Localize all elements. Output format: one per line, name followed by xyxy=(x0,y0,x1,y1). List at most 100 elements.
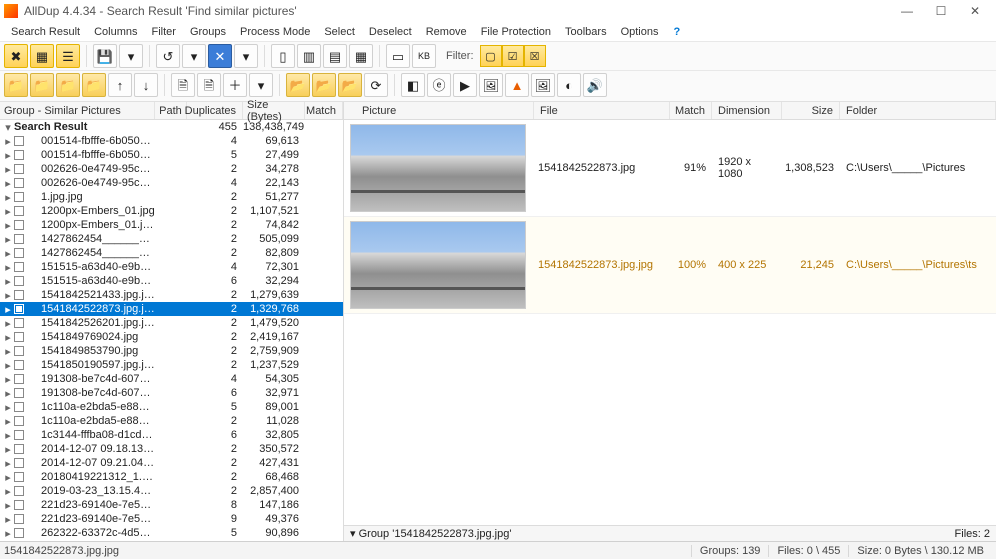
delete-icon[interactable]: ✖ xyxy=(4,44,28,68)
detail-body[interactable]: 1541842522873.jpg91%1920 x 10801,308,523… xyxy=(344,120,996,525)
col-path[interactable]: Path xyxy=(155,102,187,119)
tree-row[interactable]: ▸001514-fbfffe-6b0504-a3320b-e6af2e.png4… xyxy=(0,134,343,148)
col-size[interactable]: Size (Bytes) xyxy=(243,102,305,119)
dcol-picture[interactable]: Picture xyxy=(344,102,534,119)
kb-icon[interactable]: KB xyxy=(412,44,436,68)
tree-row[interactable]: ▸2019-03-23_13.15.42.jpg.jpg22,857,400 xyxy=(0,484,343,498)
layout-2-icon[interactable]: ▥ xyxy=(297,44,321,68)
menu-deselect[interactable]: Deselect xyxy=(362,24,419,40)
maximize-button[interactable]: ☐ xyxy=(924,0,958,22)
caret-down-icon[interactable]: ▾ xyxy=(350,528,356,540)
wmp-icon[interactable]: ◐ xyxy=(557,73,581,97)
filter-seg-3[interactable]: ☒ xyxy=(524,45,546,67)
vlc-icon[interactable]: ▲ xyxy=(505,73,529,97)
browser-icon[interactable]: ⓔ xyxy=(427,73,451,97)
menu-process-mode[interactable]: Process Mode xyxy=(233,24,317,40)
tree-row[interactable]: ▸20180419221312_1.jpg.jpg268,468 xyxy=(0,470,343,484)
tree-row[interactable]: ▸262322-63372c-4d5359-b23a48-ff715b.png5… xyxy=(0,526,343,540)
thumbnail[interactable] xyxy=(350,124,526,212)
tree-row[interactable]: ▸001514-fbfffe-6b0504-a3320b-e6af2e.png.… xyxy=(0,148,343,162)
down-icon[interactable]: ↓ xyxy=(134,73,158,97)
folder-2-icon[interactable]: 📁 xyxy=(30,73,54,97)
folder-o3-icon[interactable]: 📂 xyxy=(338,73,362,97)
tree-row[interactable]: ▸221d23-69140e-7e5920-dc851f-bc8034.png.… xyxy=(0,512,343,526)
checkbox[interactable] xyxy=(14,178,24,188)
checkbox[interactable] xyxy=(14,360,24,370)
checkbox[interactable] xyxy=(14,290,24,300)
menu-select[interactable]: Select xyxy=(317,24,362,40)
sound-icon[interactable]: 🔊 xyxy=(583,73,607,97)
tree-row[interactable]: ▸1200px-Embers_01.jpg21,107,521 xyxy=(0,204,343,218)
checkbox[interactable] xyxy=(14,458,24,468)
doc-dropdown-icon[interactable]: ▾ xyxy=(249,73,273,97)
checkbox[interactable] xyxy=(14,514,24,524)
folder-o2-icon[interactable]: 📂 xyxy=(312,73,336,97)
col-duplicates[interactable]: Duplicates xyxy=(187,102,243,119)
tree-row[interactable]: ▸2014-12-07 09.21.04.jpg.jpg2427,431 xyxy=(0,456,343,470)
folder-3-icon[interactable]: 📁 xyxy=(56,73,80,97)
media-2-icon[interactable]: 🖼 xyxy=(531,73,555,97)
help-icon[interactable]: ? xyxy=(674,26,681,38)
doc-add-icon[interactable]: ＋ xyxy=(223,73,247,97)
checkbox[interactable] xyxy=(14,346,24,356)
image-view-icon[interactable]: ▦ xyxy=(30,44,54,68)
checkbox[interactable] xyxy=(14,304,24,314)
tree-row[interactable]: ▸1c110a-e2bda5-e8884c-9b4915-a5704f.png.… xyxy=(0,414,343,428)
checkbox[interactable] xyxy=(14,500,24,510)
folder-1-icon[interactable]: 📁 xyxy=(4,73,28,97)
col-match[interactable]: Match xyxy=(305,102,343,119)
replace-icon[interactable]: ↺ xyxy=(156,44,180,68)
checkbox[interactable] xyxy=(14,430,24,440)
checkbox[interactable] xyxy=(14,262,24,272)
checkbox[interactable] xyxy=(14,402,24,412)
menu-filter[interactable]: Filter xyxy=(145,24,183,40)
layout-4-icon[interactable]: ▦ xyxy=(349,44,373,68)
checkbox[interactable] xyxy=(14,206,24,216)
checkbox[interactable] xyxy=(14,136,24,146)
save-icon[interactable]: 💾 xyxy=(93,44,117,68)
tree-row[interactable]: ▸1c3144-fffba08-d1cd6a-f42c04-0f1a20.png… xyxy=(0,428,343,442)
list-view-icon[interactable]: ☰ xyxy=(56,44,80,68)
layout-1-icon[interactable]: ▯ xyxy=(271,44,295,68)
folder-o1-icon[interactable]: 📂 xyxy=(286,73,310,97)
tree-row[interactable]: ▸1541849769024.jpg22,419,167 xyxy=(0,330,343,344)
doc-1-icon[interactable]: 🗎 xyxy=(171,73,195,97)
menu-columns[interactable]: Columns xyxy=(87,24,144,40)
checkbox[interactable] xyxy=(14,318,24,328)
checkbox[interactable] xyxy=(14,150,24,160)
checkbox[interactable] xyxy=(14,248,24,258)
tree-row[interactable]: ▸221d23-69140e-7e5920-dc851f-bc8034.png8… xyxy=(0,498,343,512)
filter-seg-1[interactable]: ▢ xyxy=(480,45,502,67)
folder-4-icon[interactable]: 📁 xyxy=(82,73,106,97)
media-1-icon[interactable]: 🖼 xyxy=(479,73,503,97)
minimize-button[interactable]: — xyxy=(890,0,924,22)
menu-search-result[interactable]: Search Result xyxy=(4,24,87,40)
dcol-match[interactable]: Match xyxy=(670,102,712,119)
checkbox[interactable] xyxy=(14,164,24,174)
checkbox[interactable] xyxy=(14,234,24,244)
checkbox[interactable] xyxy=(14,472,24,482)
checkbox[interactable] xyxy=(14,374,24,384)
menu-file-protection[interactable]: File Protection xyxy=(474,24,558,40)
tree-row[interactable]: ▸002626-0e4749-95c623-e55812-efe7da.png2… xyxy=(0,162,343,176)
tree-row[interactable]: ▸1.jpg.jpg251,277 xyxy=(0,190,343,204)
preview-icon[interactable]: ▭ xyxy=(386,44,410,68)
checkbox[interactable] xyxy=(14,276,24,286)
checkbox[interactable] xyxy=(14,486,24,496)
filter-seg-2[interactable]: ☑ xyxy=(502,45,524,67)
tree-row[interactable]: ▸1541842521433.jpg.jpg21,279,639 xyxy=(0,288,343,302)
tree-row[interactable]: ▸1541842526201.jpg.jpg21,479,520 xyxy=(0,316,343,330)
play-icon[interactable]: ▶ xyxy=(453,73,477,97)
tree-row[interactable]: ▸1541850190597.jpg.jpg21,237,529 xyxy=(0,358,343,372)
replace-dropdown-icon[interactable]: ▾ xyxy=(182,44,206,68)
menu-remove[interactable]: Remove xyxy=(419,24,474,40)
tree-row[interactable]: ▸1c110a-e2bda5-e8884c-9b4915-a5704f.png5… xyxy=(0,400,343,414)
refresh-icon[interactable]: ⟳ xyxy=(364,73,388,97)
up-icon[interactable]: ↑ xyxy=(108,73,132,97)
menu-options[interactable]: Options xyxy=(614,24,666,40)
detail-row[interactable]: 1541842522873.jpg91%1920 x 10801,308,523… xyxy=(344,120,996,217)
tree-row[interactable]: ▸1427862454_________2xodzv.jpg2505,099 xyxy=(0,232,343,246)
checkbox[interactable] xyxy=(14,388,24,398)
checkbox[interactable] xyxy=(14,528,24,538)
dcol-folder[interactable]: Folder xyxy=(840,102,996,119)
